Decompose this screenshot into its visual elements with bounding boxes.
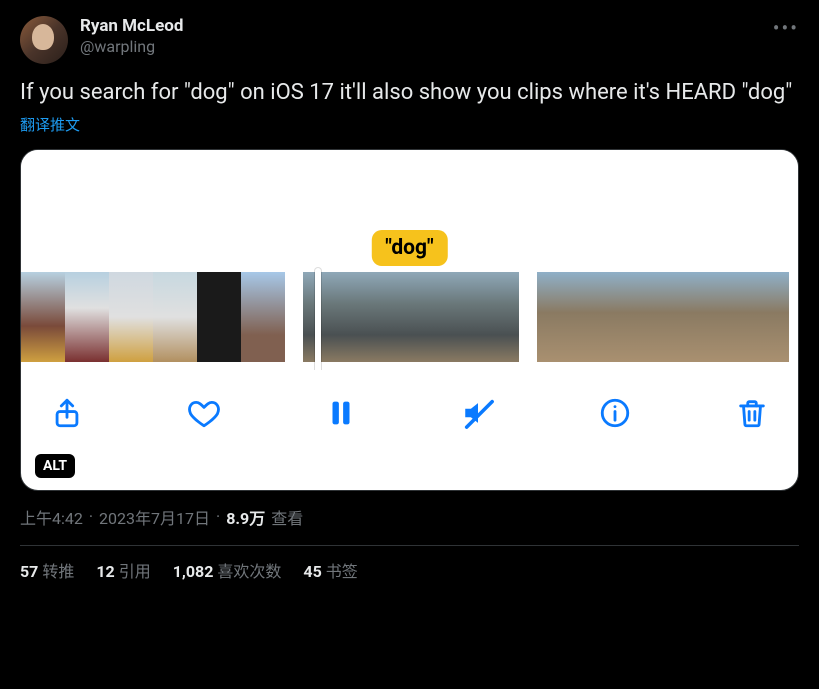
share-button[interactable] <box>47 393 87 433</box>
clip-thumbnail[interactable] <box>663 272 705 362</box>
clip-thumbnail[interactable] <box>357 272 411 362</box>
meta-separator: · <box>89 507 93 526</box>
views-count: 8.9万 <box>226 505 265 529</box>
user-display-name: Ryan McLeod <box>80 16 183 37</box>
clip-group[interactable] <box>21 272 285 370</box>
clip-thumbnail[interactable] <box>197 272 241 362</box>
pause-button[interactable] <box>321 393 361 433</box>
media-card: "dog" <box>20 149 799 491</box>
quotes-stat[interactable]: 12引用 <box>96 558 150 582</box>
meta-separator: · <box>216 507 220 526</box>
clip-thumbnail[interactable] <box>537 272 579 362</box>
media-toolbar <box>21 370 798 456</box>
tweet-header: Ryan McLeod @warpling ••• <box>20 16 799 64</box>
views-label: 查看 <box>271 505 303 529</box>
avatar[interactable] <box>20 16 68 64</box>
clip-thumbnail[interactable] <box>465 272 519 362</box>
mute-button[interactable] <box>458 393 498 433</box>
clip-thumbnail[interactable] <box>65 272 109 362</box>
search-term-badge: "dog" <box>371 230 447 266</box>
clip-thumbnail[interactable] <box>747 272 789 362</box>
tweet-date[interactable]: 2023年7月17日 <box>99 505 210 529</box>
like-button[interactable] <box>184 393 224 433</box>
more-menu-button[interactable]: ••• <box>773 16 799 40</box>
pause-icon <box>324 396 358 430</box>
clip-thumbnail[interactable] <box>579 272 621 362</box>
clip-thumbnail[interactable] <box>303 272 357 362</box>
translate-link[interactable]: 翻译推文 <box>20 114 80 135</box>
divider <box>20 545 799 546</box>
clip-thumbnail[interactable] <box>411 272 465 362</box>
share-icon <box>50 396 84 430</box>
trash-button[interactable] <box>732 393 772 433</box>
info-button[interactable] <box>595 393 635 433</box>
clip-group[interactable] <box>537 272 789 370</box>
heart-icon <box>187 396 221 430</box>
retweets-stat[interactable]: 57转推 <box>20 558 74 582</box>
tweet-time[interactable]: 上午4:42 <box>20 505 83 529</box>
clip-thumbnail[interactable] <box>109 272 153 362</box>
engagement-stats: 57转推 12引用 1,082喜欢次数 45书签 <box>20 558 799 582</box>
tweet-container: Ryan McLeod @warpling ••• If you search … <box>0 0 819 590</box>
clip-thumbnail[interactable] <box>621 272 663 362</box>
bookmarks-stat[interactable]: 45书签 <box>303 558 357 582</box>
clip-thumbnail[interactable] <box>21 272 65 362</box>
user-block[interactable]: Ryan McLeod @warpling <box>80 16 183 57</box>
clip-thumbnail[interactable] <box>241 272 285 362</box>
likes-stat[interactable]: 1,082喜欢次数 <box>173 558 282 582</box>
clip-group-active[interactable] <box>303 272 519 370</box>
alt-badge[interactable]: ALT <box>35 454 75 478</box>
info-icon <box>598 396 632 430</box>
user-handle: @warpling <box>80 37 183 57</box>
media-whitespace: "dog" <box>21 150 798 266</box>
clip-thumbnail[interactable] <box>705 272 747 362</box>
tweet-text: If you search for "dog" on iOS 17 it'll … <box>20 78 799 108</box>
clip-thumbnail[interactable] <box>153 272 197 362</box>
video-filmstrip[interactable] <box>21 266 798 370</box>
tweet-meta: 上午4:42 · 2023年7月17日 · 8.9万 查看 <box>20 505 799 529</box>
mute-icon <box>461 396 495 430</box>
trash-icon <box>735 396 769 430</box>
